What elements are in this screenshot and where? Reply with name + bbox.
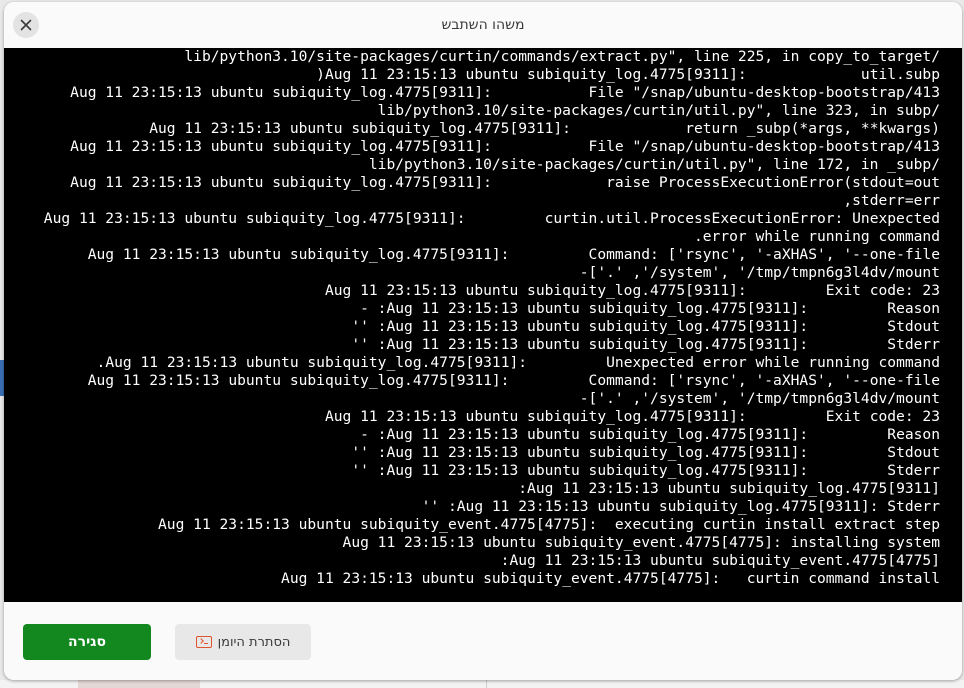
log-line: Aug 11 23:15:13 ubuntu subiquity_log.477… — [351, 462, 940, 479]
dialog-footer: סגירה הסתרת היומן — [4, 602, 962, 680]
log-line: Aug 11 23:15:13 ubuntu subiquity_log.477… — [87, 246, 940, 263]
close-button[interactable]: סגירה — [23, 624, 151, 660]
log-line: Aug 11 23:15:13 ubuntu subiquity_log.477… — [324, 282, 940, 299]
log-line: Aug 11 23:15:13 ubuntu subiquity_log.477… — [351, 318, 940, 335]
log-line: Aug 11 23:15:13 ubuntu subiquity_log.477… — [324, 408, 940, 425]
background-window-tab — [78, 680, 200, 688]
log-line: /lib/python3.10/site-packages/curtin/uti… — [368, 156, 940, 173]
background-window-divider — [486, 680, 487, 688]
log-line: Aug 11 23:15:13 ubuntu subiquity_log.477… — [149, 120, 940, 137]
log-line: Aug 11 23:15:13 ubuntu subiquity_log.477… — [351, 444, 940, 461]
log-line: Aug 11 23:15:13 ubuntu subiquity_event.4… — [158, 516, 940, 533]
log-line: Aug 11 23:15:13 ubuntu subiquity_event.4… — [281, 570, 940, 587]
hide-log-label: הסתרת היומן — [217, 634, 291, 650]
dialog-close-button[interactable] — [13, 12, 39, 38]
log-line: Aug 11 23:15:13 ubuntu subiquity_log.477… — [70, 84, 940, 101]
log-output: /lib/python3.10/site-packages/curtin/com… — [4, 48, 940, 588]
log-line: Aug 11 23:15:13 ubuntu subiquity_log.477… — [316, 66, 940, 83]
log-line: Aug 11 23:15:13 ubuntu subiquity_log.477… — [43, 210, 940, 227]
log-line: Aug 11 23:15:13 ubuntu subiquity_log.477… — [70, 138, 940, 155]
log-line: Aug 11 23:15:13 ubuntu subiquity_log.477… — [87, 372, 940, 389]
log-line: /lib/python3.10/site-packages/curtin/com… — [184, 48, 940, 65]
log-line: Aug 11 23:15:13 ubuntu subiquity_log.477… — [351, 336, 940, 353]
log-line: error while running command. — [693, 228, 940, 245]
terminal-icon — [195, 636, 212, 648]
log-line: Aug 11 23:15:13 ubuntu subiquity_event.4… — [500, 552, 940, 569]
log-line: system', '/tmp/tmpn6g3l4dv/mount/', '.']… — [579, 390, 940, 407]
log-line: /lib/python3.10/site-packages/curtin/uti… — [377, 102, 940, 119]
log-line: system', '/tmp/tmpn6g3l4dv/mount/', '.']… — [579, 264, 940, 281]
log-line: Aug 11 23:15:13 ubuntu subiquity_event.4… — [342, 534, 940, 551]
dialog-header: משהו השתבש — [4, 2, 962, 48]
log-terminal[interactable]: /lib/python3.10/site-packages/curtin/com… — [4, 48, 962, 602]
log-line: Aug 11 23:15:13 ubuntu subiquity_log.477… — [360, 426, 940, 443]
log-line: Aug 11 23:15:13 ubuntu subiquity_log.477… — [421, 498, 940, 515]
log-line: Aug 11 23:15:13 ubuntu subiquity_log.477… — [518, 480, 940, 497]
log-line: stderr=err, — [843, 192, 940, 209]
log-line: Aug 11 23:15:13 ubuntu subiquity_log.477… — [96, 354, 940, 371]
close-icon — [20, 19, 32, 31]
log-line: Aug 11 23:15:13 ubuntu subiquity_log.477… — [360, 300, 940, 317]
log-line: Aug 11 23:15:13 ubuntu subiquity_log.477… — [70, 174, 940, 191]
hide-log-button[interactable]: הסתרת היומן — [175, 624, 311, 660]
dialog-title: משהו השתבש — [441, 17, 525, 33]
error-dialog: משהו השתבש /lib/python3.10/site-packages… — [4, 2, 962, 680]
